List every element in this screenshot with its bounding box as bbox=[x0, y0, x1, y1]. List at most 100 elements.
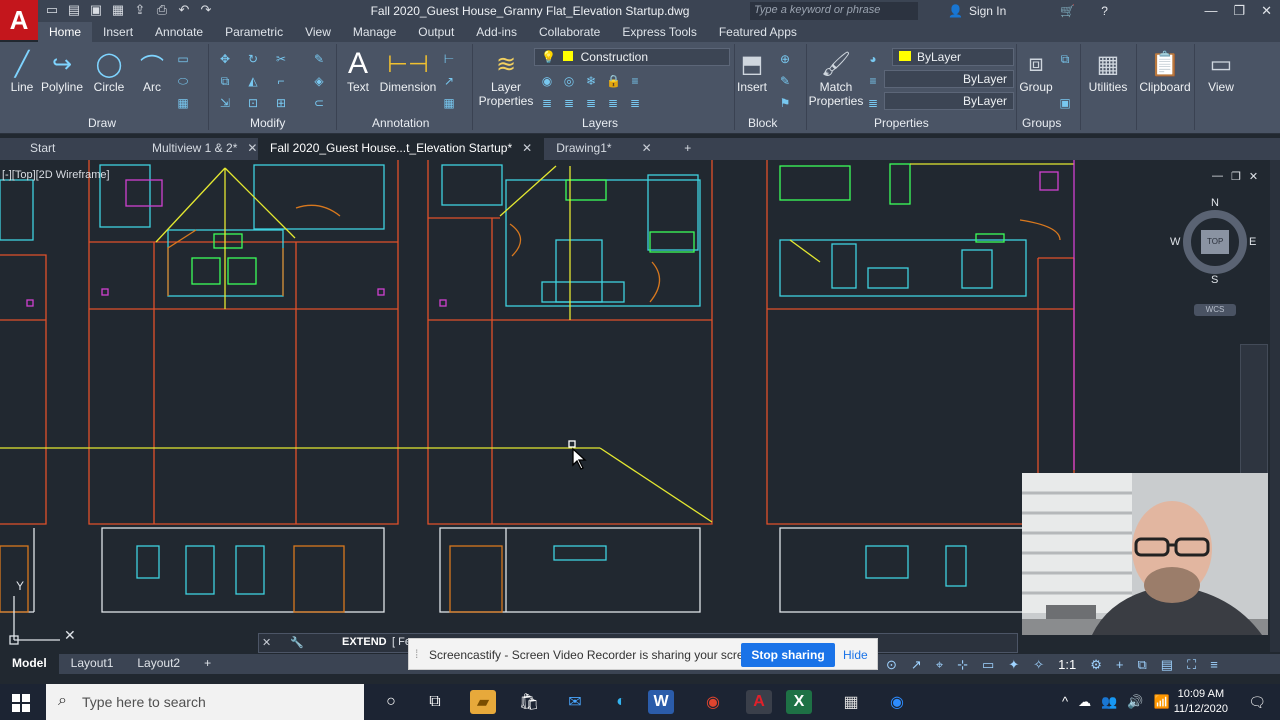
file-explorer-icon[interactable]: ▰ bbox=[470, 690, 496, 714]
cart-icon[interactable]: 🛒 bbox=[1060, 4, 1075, 18]
annotation-visibility-icon[interactable]: ✦ bbox=[1008, 657, 1019, 673]
layer-merge-icon[interactable]: ≣ bbox=[584, 96, 598, 110]
open-icon[interactable]: ▤ bbox=[66, 2, 82, 18]
ribbon-tab-express-tools[interactable]: Express Tools bbox=[611, 22, 707, 42]
word-icon[interactable]: W bbox=[648, 690, 674, 714]
navigation-bar[interactable] bbox=[1240, 344, 1268, 474]
layer-walk-icon[interactable]: ≣ bbox=[562, 96, 576, 110]
trim-icon[interactable]: ✂ bbox=[274, 52, 288, 66]
vertical-scrollbar[interactable] bbox=[1270, 160, 1280, 652]
utilities-tool[interactable]: ▦ Utilities bbox=[1080, 48, 1136, 95]
ribbon-tab-parametric[interactable]: Parametric bbox=[214, 22, 294, 42]
groups-panel-title[interactable]: Groups bbox=[1022, 116, 1061, 130]
layer-delete-icon[interactable]: ≣ bbox=[606, 96, 620, 110]
layout-tab-layout1[interactable]: Layout1 bbox=[59, 654, 126, 674]
minimize-icon[interactable]: — bbox=[1204, 3, 1217, 19]
chrome-icon[interactable]: ◉ bbox=[700, 690, 726, 714]
lineweight-icon[interactable]: ≡ bbox=[866, 74, 880, 88]
offset-icon[interactable]: ⊂ bbox=[312, 96, 326, 110]
osnap-icon[interactable]: ⌖ bbox=[936, 657, 943, 673]
minimize-icon[interactable]: — bbox=[1212, 170, 1223, 183]
draw-panel-title[interactable]: Draw bbox=[88, 116, 116, 130]
clean-screen-icon[interactable]: ⛶ bbox=[1187, 657, 1196, 673]
edge-icon[interactable]: ◐ bbox=[608, 690, 634, 714]
store-icon[interactable]: 🛍 bbox=[516, 690, 542, 714]
compass-north[interactable]: N bbox=[1211, 197, 1219, 209]
workspace-gear-icon[interactable]: ⚙ bbox=[1090, 657, 1102, 673]
leader-icon[interactable]: ↗ bbox=[442, 74, 456, 88]
volume-icon[interactable]: 🔊 bbox=[1127, 694, 1143, 710]
ribbon-tab-home[interactable]: Home bbox=[38, 22, 93, 42]
calculator-taskbar-icon[interactable]: ▦ bbox=[838, 690, 864, 714]
group-select-icon[interactable]: ▣ bbox=[1058, 96, 1072, 110]
mail-icon[interactable]: ✉ bbox=[562, 690, 588, 714]
command-customize-icon[interactable]: 🔧 bbox=[290, 636, 304, 649]
undo-icon[interactable]: ↶ bbox=[176, 2, 192, 18]
save-as-icon[interactable]: ▦ bbox=[110, 2, 126, 18]
task-view-icon[interactable]: ⧉ bbox=[422, 690, 448, 714]
stop-sharing-button[interactable]: Stop sharing bbox=[741, 643, 835, 667]
layer-state-icon[interactable]: ≣ bbox=[540, 96, 554, 110]
wcs-menu[interactable]: WCS bbox=[1194, 304, 1236, 316]
help-search-input[interactable]: Type a keyword or phrase bbox=[750, 2, 918, 20]
layer-properties-tool[interactable]: ≋ Layer Properties bbox=[478, 48, 534, 109]
wifi-icon[interactable]: 📶 bbox=[1153, 694, 1169, 710]
layer-dropdown[interactable]: 💡 Construction bbox=[534, 48, 730, 66]
ribbon-tab-insert[interactable]: Insert bbox=[92, 22, 144, 42]
excel-icon[interactable]: X bbox=[786, 690, 812, 714]
print-icon[interactable]: ⎙ bbox=[154, 2, 170, 18]
move-icon[interactable]: ✥ bbox=[218, 52, 232, 66]
lineweight-dropdown[interactable]: ByLayer bbox=[884, 92, 1014, 110]
color-dropdown[interactable]: ByLayer bbox=[892, 48, 1014, 66]
text-tool[interactable]: A Text bbox=[330, 47, 386, 94]
match-properties-tool[interactable]: 🖌 Match Properties bbox=[808, 48, 864, 109]
selection-cycling-icon[interactable]: ▭ bbox=[982, 657, 994, 673]
viewport-controls-label[interactable]: [-][Top][2D Wireframe] bbox=[2, 169, 110, 181]
notification-icon[interactable]: 🗨 bbox=[1248, 694, 1266, 711]
cortana-icon[interactable]: ○ bbox=[378, 690, 404, 714]
ungroup-icon[interactable]: ⧉ bbox=[1058, 52, 1072, 66]
drag-handle-icon[interactable]: ⁞ bbox=[415, 647, 418, 661]
ribbon-tab-manage[interactable]: Manage bbox=[342, 22, 407, 42]
stretch-icon[interactable]: ⇲ bbox=[218, 96, 232, 110]
edit-attributes-icon[interactable]: ⚑ bbox=[778, 96, 792, 110]
new-tab-button[interactable]: + bbox=[672, 138, 703, 160]
onedrive-icon[interactable]: ☁ bbox=[1078, 694, 1091, 710]
otrack-icon[interactable]: ⊹ bbox=[957, 657, 968, 673]
polar-icon[interactable]: ↗ bbox=[911, 657, 922, 673]
add-layout-icon[interactable]: + bbox=[192, 654, 223, 674]
rotate-icon[interactable]: ↻ bbox=[246, 52, 260, 66]
quick-properties-icon[interactable]: ▤ bbox=[1161, 657, 1173, 673]
autocad-logo-button[interactable]: A bbox=[0, 0, 38, 40]
layer-off-icon[interactable]: ◉ bbox=[540, 74, 554, 88]
share-icon[interactable]: ⇪ bbox=[132, 2, 148, 18]
compass-east[interactable]: E bbox=[1249, 236, 1256, 248]
close-icon[interactable]: ✕ bbox=[642, 141, 652, 155]
layers-panel-title[interactable]: Layers bbox=[582, 116, 618, 130]
scale-icon[interactable]: ⊡ bbox=[246, 96, 260, 110]
new-icon[interactable]: ▭ bbox=[44, 2, 60, 18]
close-icon[interactable]: ✕ bbox=[1261, 3, 1272, 19]
copy-icon[interactable]: ⧉ bbox=[218, 74, 232, 88]
layer-match-icon[interactable]: ≡ bbox=[628, 74, 642, 88]
create-block-icon[interactable]: ⊕ bbox=[778, 52, 792, 66]
group-tool[interactable]: ⧈ Group bbox=[1008, 48, 1064, 94]
annotation-monitor-icon[interactable]: + bbox=[1116, 657, 1124, 673]
ribbon-tab-featured-apps[interactable]: Featured Apps bbox=[708, 22, 808, 42]
autoscale-icon[interactable]: ✧ bbox=[1033, 657, 1044, 673]
close-icon[interactable]: ✕ bbox=[522, 141, 532, 155]
linetype-dropdown[interactable]: ByLayer bbox=[884, 70, 1014, 88]
windows-start-icon[interactable] bbox=[12, 694, 30, 712]
ribbon-tab-output[interactable]: Output bbox=[407, 22, 465, 42]
close-icon[interactable]: ✕ bbox=[247, 141, 257, 155]
view-tool[interactable]: ▭ View bbox=[1194, 48, 1248, 95]
tray-chevron-icon[interactable]: ^ bbox=[1062, 694, 1068, 710]
save-icon[interactable]: ▣ bbox=[88, 2, 104, 18]
hide-button[interactable]: Hide bbox=[843, 648, 868, 662]
table-icon[interactable]: ▦ bbox=[442, 96, 456, 110]
edit-block-icon[interactable]: ✎ bbox=[778, 74, 792, 88]
ribbon-tab-view[interactable]: View bbox=[294, 22, 342, 42]
taskbar-search-box[interactable]: ⌕ Type here to search bbox=[46, 684, 364, 720]
ribbon-tab-annotate[interactable]: Annotate bbox=[144, 22, 214, 42]
customization-icon[interactable]: ≡ bbox=[1210, 657, 1218, 673]
